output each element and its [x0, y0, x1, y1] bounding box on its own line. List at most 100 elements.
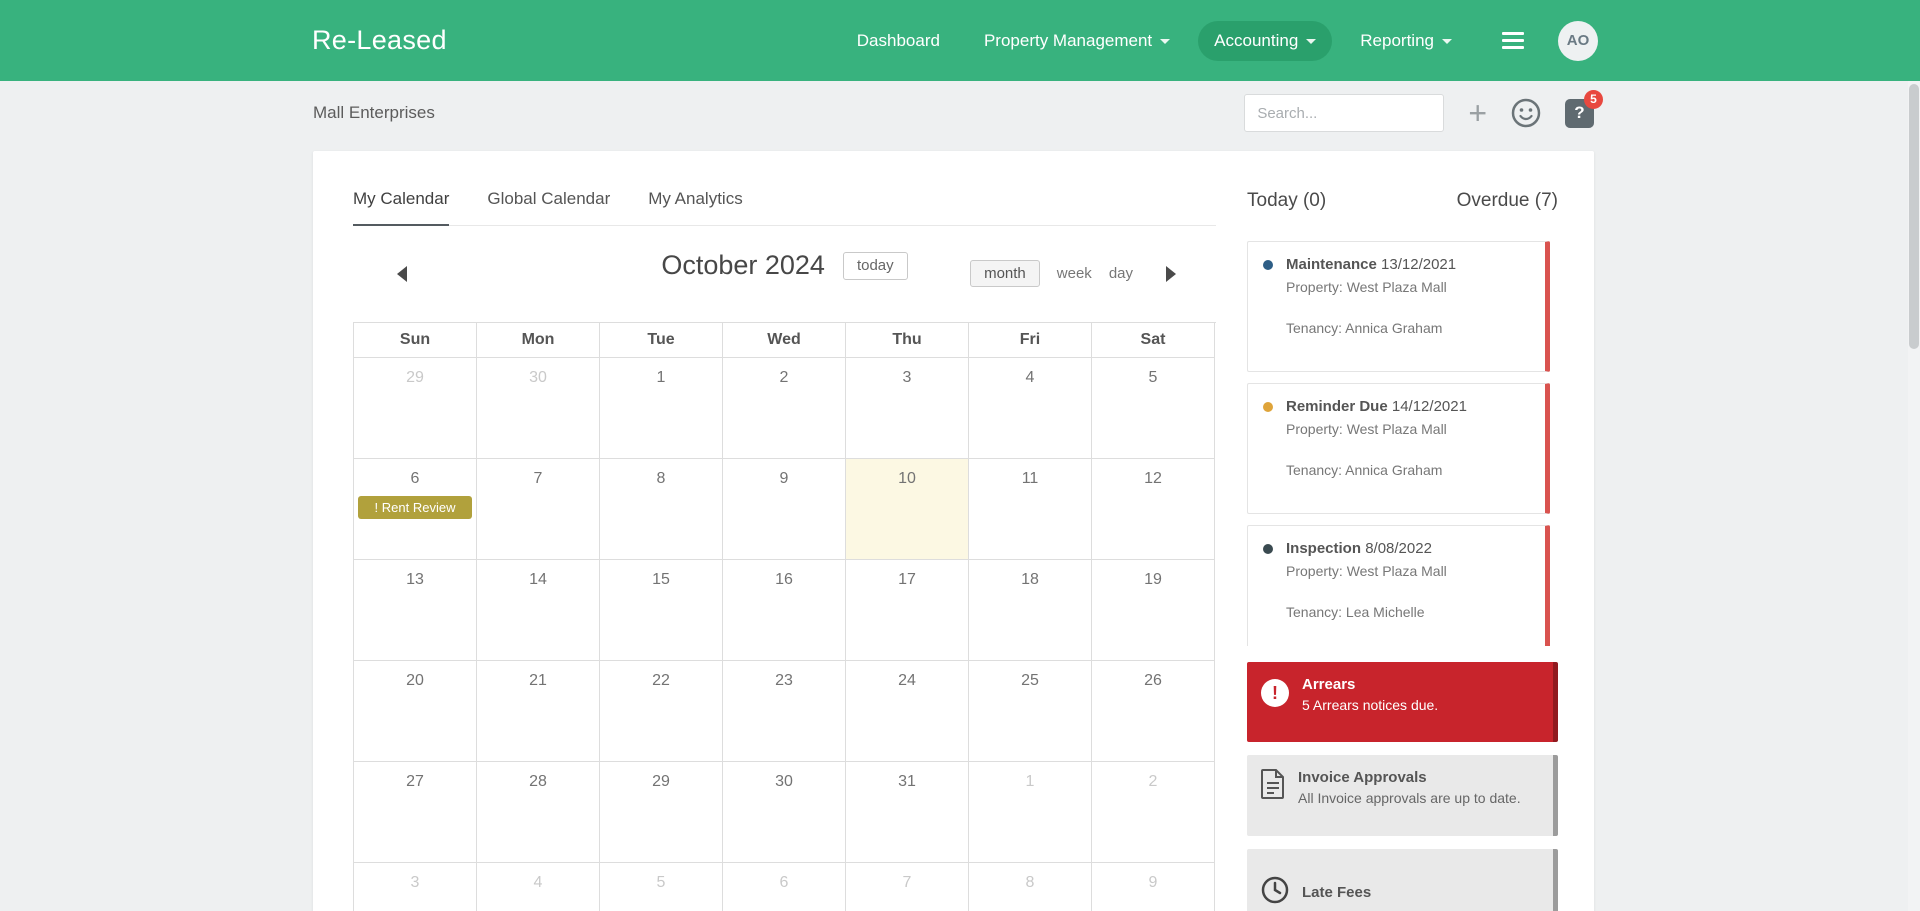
day-number: 4: [1025, 369, 1035, 386]
calendar-day-cell-17[interactable]: 17: [846, 560, 969, 661]
day-number: 29: [406, 369, 424, 386]
calendar-day-cell-19[interactable]: 19: [1092, 560, 1215, 661]
window-scrollbar-thumb[interactable]: [1909, 84, 1919, 349]
day-number: 16: [775, 571, 793, 588]
day-number: 14: [529, 571, 547, 588]
calendar-day-cell-27[interactable]: 27: [354, 762, 477, 863]
avatar[interactable]: AO: [1558, 20, 1598, 61]
calendar-day-cell-9[interactable]: 9: [1092, 863, 1215, 911]
overdue-item-title: Inspection: [1286, 540, 1366, 557]
app-logo[interactable]: Re-Leased: [312, 25, 447, 56]
calendar-day-cell-4[interactable]: 4: [477, 863, 600, 911]
invoice-approvals-card[interactable]: Invoice Approvals All Invoice approvals …: [1247, 755, 1558, 836]
app-window: Re-Leased Dashboard Property Management …: [0, 0, 1920, 911]
day-number: 22: [652, 672, 670, 689]
add-button[interactable]: +: [1468, 97, 1487, 129]
calendar-toolbar: October 2024 today month week day: [353, 250, 1216, 298]
support-icon[interactable]: [1511, 98, 1541, 128]
nav-property-management[interactable]: Property Management: [968, 21, 1186, 61]
calendar-day-cell-30[interactable]: 30: [723, 762, 846, 863]
day-number: 23: [775, 672, 793, 689]
calendar-day-cell-6[interactable]: 6 ! Rent Review: [354, 459, 477, 560]
overdue-item-title: Maintenance: [1286, 256, 1382, 273]
calendar-day-cell-13[interactable]: 13: [354, 560, 477, 661]
overdue-item[interactable]: Maintenance 13/12/2021 Property: West Pla…: [1247, 241, 1550, 372]
day-number: 28: [529, 773, 547, 790]
calendar-day-cell-28[interactable]: 28: [477, 762, 600, 863]
calendar-day-cell-8[interactable]: 8: [969, 863, 1092, 911]
calendar-day-cell-1[interactable]: 1: [969, 762, 1092, 863]
calendar-day-cell-16[interactable]: 16: [723, 560, 846, 661]
calendar-day-cell-30[interactable]: 30: [477, 358, 600, 459]
calendar-day-cell-24[interactable]: 24: [846, 661, 969, 762]
calendar-day-cell-22[interactable]: 22: [600, 661, 723, 762]
day-number: 29: [652, 773, 670, 790]
calendar-day-cell-29[interactable]: 29: [600, 762, 723, 863]
invoice-approvals-title: Invoice Approvals: [1298, 769, 1427, 786]
calendar-day-cell-9[interactable]: 9: [723, 459, 846, 560]
view-week-button[interactable]: week: [1057, 265, 1092, 282]
day-header-sun: Sun: [354, 323, 477, 358]
calendar-day-cell-3[interactable]: 3: [846, 358, 969, 459]
overdue-item[interactable]: Inspection 8/08/2022 Property: West Plaza…: [1247, 525, 1550, 646]
day-number: 30: [775, 773, 793, 790]
arrears-card[interactable]: ! Arrears 5 Arrears notices due.: [1247, 662, 1558, 742]
calendar-day-cell-1[interactable]: 1: [600, 358, 723, 459]
late-fees-card[interactable]: Late Fees: [1247, 849, 1558, 911]
nav-accounting[interactable]: Accounting: [1198, 20, 1333, 61]
calendar-day-cell-23[interactable]: 23: [723, 661, 846, 762]
calendar-day-cell-15[interactable]: 15: [600, 560, 723, 661]
calendar-day-cell-7[interactable]: 7: [846, 863, 969, 911]
day-header-mon: Mon: [477, 323, 600, 358]
calendar-day-cell-7[interactable]: 7: [477, 459, 600, 560]
day-number: 31: [898, 773, 916, 790]
next-month-icon[interactable]: [1166, 265, 1176, 282]
nav-reporting[interactable]: Reporting: [1344, 21, 1468, 61]
tab-my-calendar[interactable]: My Calendar: [353, 185, 450, 226]
calendar-day-cell-5[interactable]: 5: [600, 863, 723, 911]
overdue-tab[interactable]: Overdue (7): [1457, 190, 1558, 212]
today-tab[interactable]: Today (0): [1247, 190, 1326, 212]
exclamation-icon: !: [1261, 679, 1289, 707]
view-day-button[interactable]: day: [1109, 265, 1133, 282]
tab-my-analytics[interactable]: My Analytics: [648, 185, 742, 225]
window-scrollbar[interactable]: [1908, 81, 1920, 911]
calendar-day-cell-20[interactable]: 20: [354, 661, 477, 762]
calendar-day-cell-31[interactable]: 31: [846, 762, 969, 863]
calendar-day-cell-10[interactable]: 10: [846, 459, 969, 560]
calendar-day-cell-3[interactable]: 3: [354, 863, 477, 911]
calendar-day-cell-12[interactable]: 12: [1092, 459, 1215, 560]
calendar-day-cell-21[interactable]: 21: [477, 661, 600, 762]
calendar-day-cell-2[interactable]: 2: [1092, 762, 1215, 863]
menu-icon[interactable]: [1496, 26, 1530, 55]
chevron-down-icon: [1442, 39, 1452, 44]
help-button[interactable]: ? 5: [1565, 89, 1603, 128]
today-button[interactable]: today: [842, 251, 908, 280]
calendar-day-cell-5[interactable]: 5: [1092, 358, 1215, 459]
calendar-day-cell-29[interactable]: 29: [354, 358, 477, 459]
calendar-day-cell-11[interactable]: 11: [969, 459, 1092, 560]
day-number: 2: [779, 369, 789, 386]
day-header-fri: Fri: [969, 323, 1092, 358]
calendar-day-cell-18[interactable]: 18: [969, 560, 1092, 661]
day-number: 7: [533, 470, 543, 487]
calendar-day-cell-26[interactable]: 26: [1092, 661, 1215, 762]
calendar-day-cell-14[interactable]: 14: [477, 560, 600, 661]
tab-global-calendar[interactable]: Global Calendar: [487, 185, 610, 225]
day-header-sat: Sat: [1092, 323, 1215, 358]
view-month-button[interactable]: month: [970, 260, 1040, 287]
calendar-day-cell-4[interactable]: 4: [969, 358, 1092, 459]
day-number: 9: [1148, 874, 1158, 891]
calendar-day-cell-6[interactable]: 6: [723, 863, 846, 911]
calendar-day-cell-2[interactable]: 2: [723, 358, 846, 459]
calendar-title: October 2024: [661, 250, 825, 280]
overdue-list[interactable]: Maintenance 13/12/2021 Property: West Pla…: [1247, 241, 1558, 646]
calendar-day-cell-8[interactable]: 8: [600, 459, 723, 560]
overdue-item-property: Property: West Plaza Mall: [1286, 563, 1447, 579]
search-input[interactable]: [1244, 94, 1445, 132]
overdue-item[interactable]: Reminder Due 14/12/2021 Property: West Pl…: [1247, 383, 1550, 514]
calendar-day-cell-25[interactable]: 25: [969, 661, 1092, 762]
nav-dashboard[interactable]: Dashboard: [841, 21, 956, 61]
day-number: 3: [410, 874, 420, 891]
calendar-event-badge[interactable]: ! Rent Review: [358, 496, 472, 519]
